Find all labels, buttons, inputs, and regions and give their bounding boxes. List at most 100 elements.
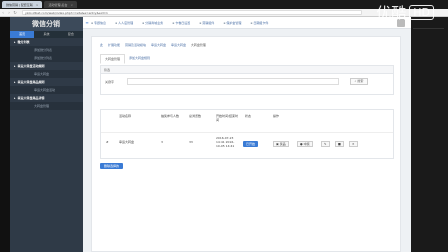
prizes-button[interactable]: ▣ 奖品 bbox=[273, 141, 289, 147]
sidebar-tab-composite[interactable]: 复合 bbox=[59, 31, 83, 38]
sidebar-item[interactable]: 大转盘管理 bbox=[10, 102, 83, 110]
keyword-label: 关键字 bbox=[105, 80, 115, 84]
table-cell-views: 33 bbox=[189, 140, 193, 144]
app-stage: 微信分销 首页 系统 复合 ▸ 微分列表 添加微分列表 添加微分列表 ▸ 幸运大转盘… bbox=[0, 17, 448, 252]
sidebar-tab-system[interactable]: 系统 bbox=[34, 31, 58, 38]
caret-icon: ▸ bbox=[14, 64, 16, 68]
tab-manage[interactable]: 大转盘管理 bbox=[100, 54, 126, 64]
menu-icon[interactable]: ≡ bbox=[83, 20, 91, 25]
topnav-item[interactable]: ▪人人店管理 bbox=[115, 21, 133, 25]
breadcrumb-item[interactable]: 营销及活动模块 bbox=[125, 43, 146, 47]
topnav-item[interactable]: ▪分销商城业务 bbox=[142, 21, 163, 25]
brand-title: 微信分销 bbox=[10, 17, 83, 31]
filter-box: 筛选 关键字 ⌕ 搜索 bbox=[100, 65, 394, 95]
filter-title: 筛选 bbox=[101, 66, 393, 74]
caret-icon: ▸ bbox=[14, 96, 16, 100]
grid-icon: ▪ bbox=[172, 20, 175, 25]
topnav-item[interactable]: ▪卡卷日设置 bbox=[172, 21, 190, 25]
table-cell-name: 幸运大转盘 bbox=[119, 140, 135, 144]
sidebar-group[interactable]: ▸ 幸运大转盘商品规则 bbox=[10, 78, 83, 86]
watermark-badge: HD bbox=[409, 4, 434, 20]
copy-button[interactable]: ■ bbox=[335, 141, 344, 147]
right-gutter bbox=[411, 17, 448, 252]
table-header: 开始时间/结束时间 bbox=[216, 114, 239, 122]
table-cell-time: 2016-07-23 14:41 2016-10-05 14:41 bbox=[216, 136, 235, 148]
grid-icon: ▪ bbox=[199, 20, 202, 25]
browser-tab-label: 活动管理-后台 bbox=[48, 2, 68, 7]
topnav-item-label: 人人店管理 bbox=[118, 20, 134, 25]
table-header: 操作 bbox=[273, 114, 280, 118]
topnav-item[interactable]: ▪日期组卡件 bbox=[250, 21, 268, 25]
breadcrumb: 此 扩展功能 营销及活动模块 幸运大转盘 幸运大转盘 大转盘管理 bbox=[100, 43, 210, 47]
topnav-item-label: 卡卷日设置 bbox=[175, 20, 191, 25]
sidebar-group[interactable]: ▸ 幸运大转盘商品详情 bbox=[10, 94, 83, 102]
sidebar-tab-home[interactable]: 首页 bbox=[10, 31, 35, 38]
close-icon[interactable]: × bbox=[36, 3, 39, 7]
browser-tab-label: 微信营销 | 配套互联 bbox=[6, 2, 33, 7]
delete-selected-button[interactable]: 删除选择的 bbox=[100, 163, 124, 169]
status-button[interactable]: 已开始 bbox=[243, 141, 259, 147]
topnav-item-label: 日期组卡件 bbox=[253, 20, 269, 25]
table-header: 总浏览数 bbox=[189, 114, 202, 118]
sidebar-group-label: 幸运大转盘活动规则 bbox=[17, 64, 45, 68]
table-header: 状态 bbox=[245, 114, 252, 118]
breadcrumb-item[interactable]: 此 bbox=[100, 43, 103, 47]
content-panel: 此 扩展功能 营销及活动模块 幸运大转盘 幸运大转盘 大转盘管理 大转盘管理 添… bbox=[91, 36, 401, 252]
table-cell-id: # bbox=[106, 140, 109, 144]
main-content: ≡ ▪专题信息 ▪人人店管理 ▪分销商城业务 ▪卡卷日设置 ▪营销组件 ▪保护金… bbox=[83, 17, 411, 252]
topnav-item-label: 保护金管理 bbox=[226, 20, 242, 25]
browser-tab-active[interactable]: 微信营销 | 配套互联 × bbox=[2, 1, 43, 8]
sidebar: 微信分销 首页 系统 复合 ▸ 微分列表 添加微分列表 添加微分列表 ▸ 幸运大转盘… bbox=[10, 17, 83, 252]
close-icon: ✕ bbox=[352, 142, 355, 146]
tab-add-rule[interactable]: 添加大转盘规则 bbox=[125, 54, 154, 64]
grid-icon: ▪ bbox=[91, 20, 94, 25]
sidebar-group[interactable]: ▸ 幸运大转盘活动规则 bbox=[10, 62, 83, 70]
activity-table: 活动名称 抽奖参与人数 总浏览数 开始时间/结束时间 状态 操作 # 幸运大转盘… bbox=[100, 109, 394, 159]
topnav-item[interactable]: ▪营销组件 bbox=[199, 21, 214, 25]
copy-icon: ■ bbox=[338, 142, 341, 146]
sidebar-group-label: 微分列表 bbox=[17, 40, 30, 44]
browser-tab[interactable]: 活动管理-后台 × bbox=[44, 1, 78, 8]
winners-button[interactable]: ● 中奖 bbox=[297, 141, 313, 147]
sidebar-item[interactable]: 添加微分列表 bbox=[10, 54, 83, 62]
watermark-logo: 优酷 bbox=[376, 3, 407, 22]
sidebar-group-label: 幸运大转盘商品详情 bbox=[17, 96, 45, 100]
topnav-item-label: 营销组件 bbox=[202, 20, 215, 25]
edit-button[interactable]: ✎ bbox=[321, 141, 330, 147]
edit-icon: ✎ bbox=[324, 142, 327, 146]
watermark: 优酷 HD bbox=[376, 3, 434, 22]
keyword-input[interactable] bbox=[127, 78, 339, 85]
delete-button[interactable]: ✕ bbox=[349, 141, 358, 147]
sidebar-tabs: 首页 系统 复合 bbox=[10, 31, 83, 38]
grid-icon: ▪ bbox=[142, 20, 145, 25]
topnav-item-label: 分销商城业务 bbox=[145, 20, 164, 25]
breadcrumb-item[interactable]: 幸运大转盘 bbox=[171, 43, 186, 47]
reload-icon[interactable]: ↻ bbox=[12, 10, 18, 15]
table-header: 抽奖参与人数 bbox=[161, 114, 180, 118]
topnav-item[interactable]: ▪保护金管理 bbox=[223, 21, 241, 25]
divider bbox=[413, 28, 444, 29]
topnav-item[interactable]: ▪专题信息 bbox=[91, 21, 106, 25]
caret-icon: ▸ bbox=[14, 80, 16, 84]
grid-icon: ▪ bbox=[115, 20, 118, 25]
sidebar-item[interactable]: 添加微分列表 bbox=[10, 46, 83, 54]
sidebar-group[interactable]: ▸ 微分列表 bbox=[10, 38, 83, 46]
sidebar-group-label: 幸运大转盘商品规则 bbox=[17, 80, 45, 84]
winners-button-label: 中奖 bbox=[303, 142, 310, 146]
sidebar-item[interactable]: 幸运大转盘 bbox=[10, 70, 83, 78]
search-button[interactable]: ⌕ 搜索 bbox=[350, 78, 368, 85]
sidebar-item[interactable]: 幸运大转盘活动 bbox=[10, 86, 83, 94]
caret-icon: ▸ bbox=[14, 40, 16, 44]
breadcrumb-item[interactable]: 扩展功能 bbox=[108, 43, 120, 47]
sidebar-menu: ▸ 微分列表 添加微分列表 添加微分列表 ▸ 幸运大转盘活动规则 幸运大转盘 ▸ 幸运… bbox=[10, 38, 83, 110]
topnav-item-label: 专题信息 bbox=[94, 20, 107, 25]
panel-tabs: 大转盘管理 添加大转盘规则 bbox=[100, 54, 154, 64]
prizes-button-label: 奖品 bbox=[279, 142, 286, 146]
close-icon[interactable]: × bbox=[71, 3, 74, 7]
url-input[interactable]: yzzo.ldbat.com/web/index.php?c=site&a=en… bbox=[22, 10, 362, 15]
table-header: 活动名称 bbox=[119, 114, 132, 118]
table-cell-participants: 3 bbox=[161, 140, 163, 144]
breadcrumb-item[interactable]: 幸运大转盘 bbox=[151, 43, 166, 47]
breadcrumb-current: 大转盘管理 bbox=[190, 43, 206, 47]
top-nav: ≡ ▪专题信息 ▪人人店管理 ▪分销商城业务 ▪卡卷日设置 ▪营销组件 ▪保护金… bbox=[83, 17, 411, 29]
